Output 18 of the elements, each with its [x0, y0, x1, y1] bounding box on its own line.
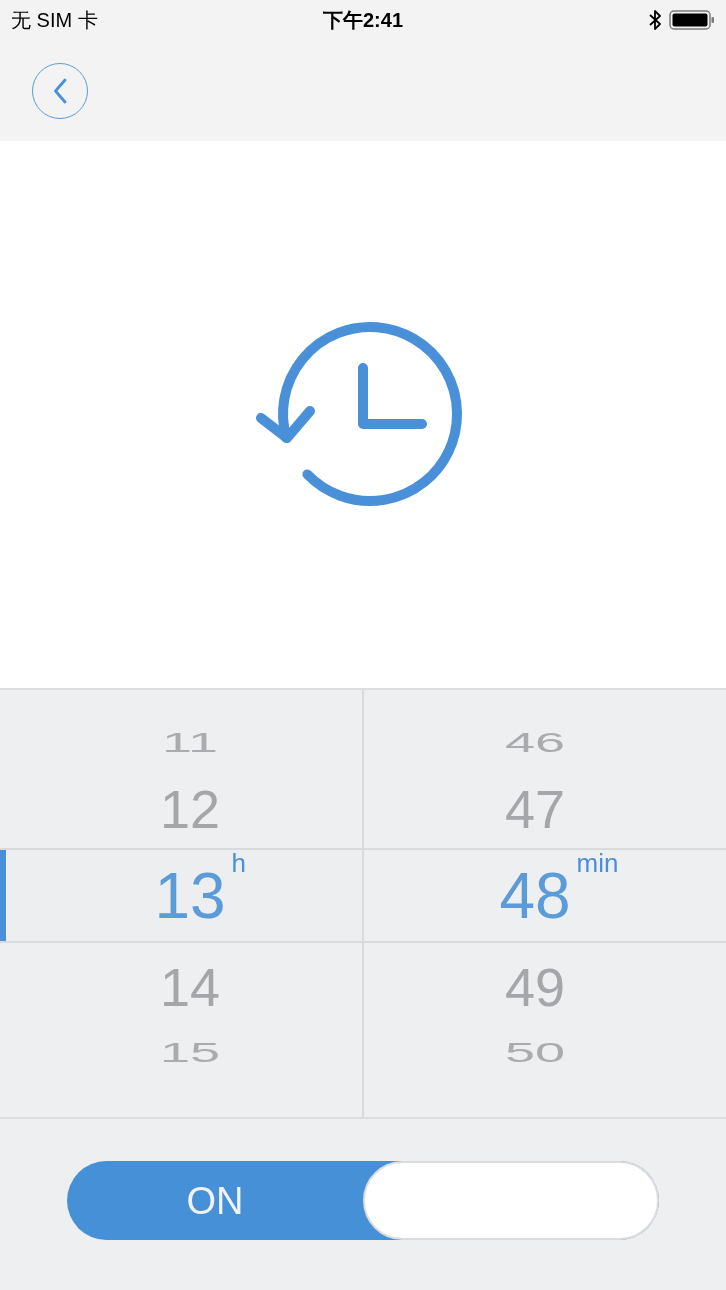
- picker-value[interactable]: 15: [159, 1038, 221, 1066]
- picker-value[interactable]: 12: [159, 782, 221, 836]
- status-time: 下午2:41: [323, 8, 403, 33]
- toggle-switch[interactable]: ON: [67, 1161, 659, 1240]
- battery-icon: [669, 9, 715, 31]
- chevron-left-icon: [53, 77, 67, 104]
- picker-value[interactable]: 50: [504, 1038, 566, 1066]
- bluetooth-icon: [649, 9, 661, 31]
- picker-value[interactable]: 49: [504, 960, 566, 1014]
- selected-value[interactable]: 48: [499, 863, 571, 928]
- picker-value[interactable]: 46: [504, 728, 566, 756]
- carrier-label: 无 SIM 卡: [11, 8, 99, 33]
- selected-value[interactable]: 13: [154, 863, 226, 928]
- picker-value[interactable]: 47: [504, 782, 566, 836]
- unit-label: h: [231, 849, 247, 876]
- picker-value[interactable]: 14: [159, 960, 221, 1014]
- unit-label: min: [576, 849, 619, 876]
- picker-value[interactable]: 11: [161, 728, 219, 756]
